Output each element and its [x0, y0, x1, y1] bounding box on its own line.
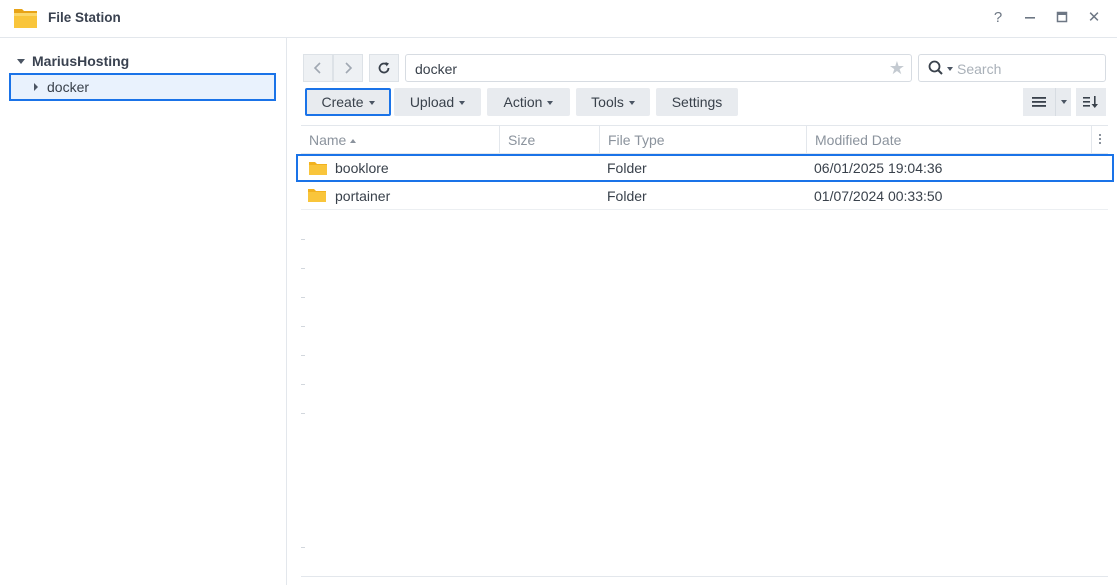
forward-button[interactable] — [333, 54, 363, 82]
table-row[interactable]: portainer Folder 01/07/2024 00:33:50 — [301, 182, 1108, 210]
list-view-button[interactable] — [1023, 88, 1055, 116]
path-bar[interactable]: docker ★ — [405, 54, 912, 82]
caret-down-icon[interactable] — [17, 58, 25, 64]
column-name[interactable]: Name — [301, 126, 499, 154]
help-icon[interactable]: ? — [988, 9, 1008, 27]
app-title: File Station — [48, 10, 121, 25]
back-icon — [313, 62, 321, 74]
row-type: Folder — [607, 160, 647, 176]
forward-icon — [345, 62, 353, 74]
folder-icon — [309, 162, 327, 175]
column-divider — [1091, 126, 1092, 154]
row-type: Folder — [607, 188, 647, 204]
row-marker — [301, 413, 305, 414]
path-text: docker — [415, 61, 458, 77]
chevron-down-icon — [459, 100, 466, 105]
maximize-icon[interactable] — [1052, 9, 1072, 27]
table-bottom-border — [301, 576, 1108, 577]
row-modified: 06/01/2025 19:04:36 — [814, 160, 943, 176]
create-button[interactable]: Create — [305, 88, 391, 116]
row-marker — [301, 355, 305, 356]
row-marker — [301, 297, 305, 298]
sidebar: MariusHosting docker — [0, 38, 287, 585]
caret-right-icon[interactable] — [34, 83, 38, 91]
chevron-down-icon — [368, 100, 375, 105]
view-dropdown-button[interactable] — [1055, 88, 1071, 116]
sort-button[interactable] — [1076, 88, 1106, 116]
create-label: Create — [321, 94, 364, 110]
close-icon[interactable]: ✕ — [1084, 9, 1104, 27]
back-button[interactable] — [303, 54, 333, 82]
upload-button[interactable]: Upload — [394, 88, 481, 116]
column-name-label: Name — [309, 132, 347, 148]
row-marker — [301, 326, 305, 327]
sidebar-item-label: docker — [47, 79, 90, 95]
sort-icon — [1083, 96, 1098, 108]
chevron-down-icon — [547, 100, 554, 105]
search-box[interactable] — [918, 54, 1106, 82]
column-size[interactable]: Size — [500, 126, 600, 154]
tree-root[interactable]: MariusHosting — [17, 52, 129, 70]
row-marker — [301, 239, 305, 240]
row-name: booklore — [335, 160, 389, 176]
table-header: Name Size File Type Modified Date — [301, 125, 1108, 154]
table-row[interactable]: booklore Folder 06/01/2025 19:04:36 — [296, 154, 1114, 182]
row-marker — [301, 384, 305, 385]
search-icon[interactable] — [928, 60, 944, 76]
folder-icon — [308, 189, 326, 202]
tools-label: Tools — [591, 94, 624, 110]
row-modified: 01/07/2024 00:33:50 — [814, 188, 943, 204]
chevron-down-icon — [628, 100, 635, 105]
column-modified-date[interactable]: Modified Date — [807, 126, 1091, 154]
sort-asc-icon — [350, 139, 357, 144]
action-label: Action — [503, 94, 543, 110]
list-view-icon — [1032, 97, 1046, 107]
star-icon[interactable]: ★ — [889, 59, 905, 77]
row-marker — [301, 547, 305, 548]
column-file-type[interactable]: File Type — [600, 126, 806, 154]
settings-label: Settings — [671, 94, 723, 110]
refresh-button[interactable] — [369, 54, 399, 82]
search-input[interactable] — [957, 59, 1097, 79]
row-name: portainer — [335, 188, 391, 204]
tree-root-label: MariusHosting — [32, 53, 130, 69]
settings-button[interactable]: Settings — [656, 88, 738, 116]
search-dropdown-icon[interactable] — [947, 67, 953, 71]
refresh-icon — [378, 62, 390, 74]
file-station-icon — [14, 9, 37, 28]
tools-button[interactable]: Tools — [576, 88, 650, 116]
column-menu-icon[interactable] — [1099, 134, 1102, 146]
upload-label: Upload — [409, 94, 455, 110]
action-button[interactable]: Action — [487, 88, 570, 116]
chevron-down-icon — [1060, 100, 1067, 104]
row-marker — [301, 268, 305, 269]
minimize-icon[interactable] — [1020, 9, 1040, 27]
sidebar-item-docker[interactable]: docker — [9, 73, 276, 101]
title-bar: File Station ? ✕ — [0, 0, 1117, 38]
